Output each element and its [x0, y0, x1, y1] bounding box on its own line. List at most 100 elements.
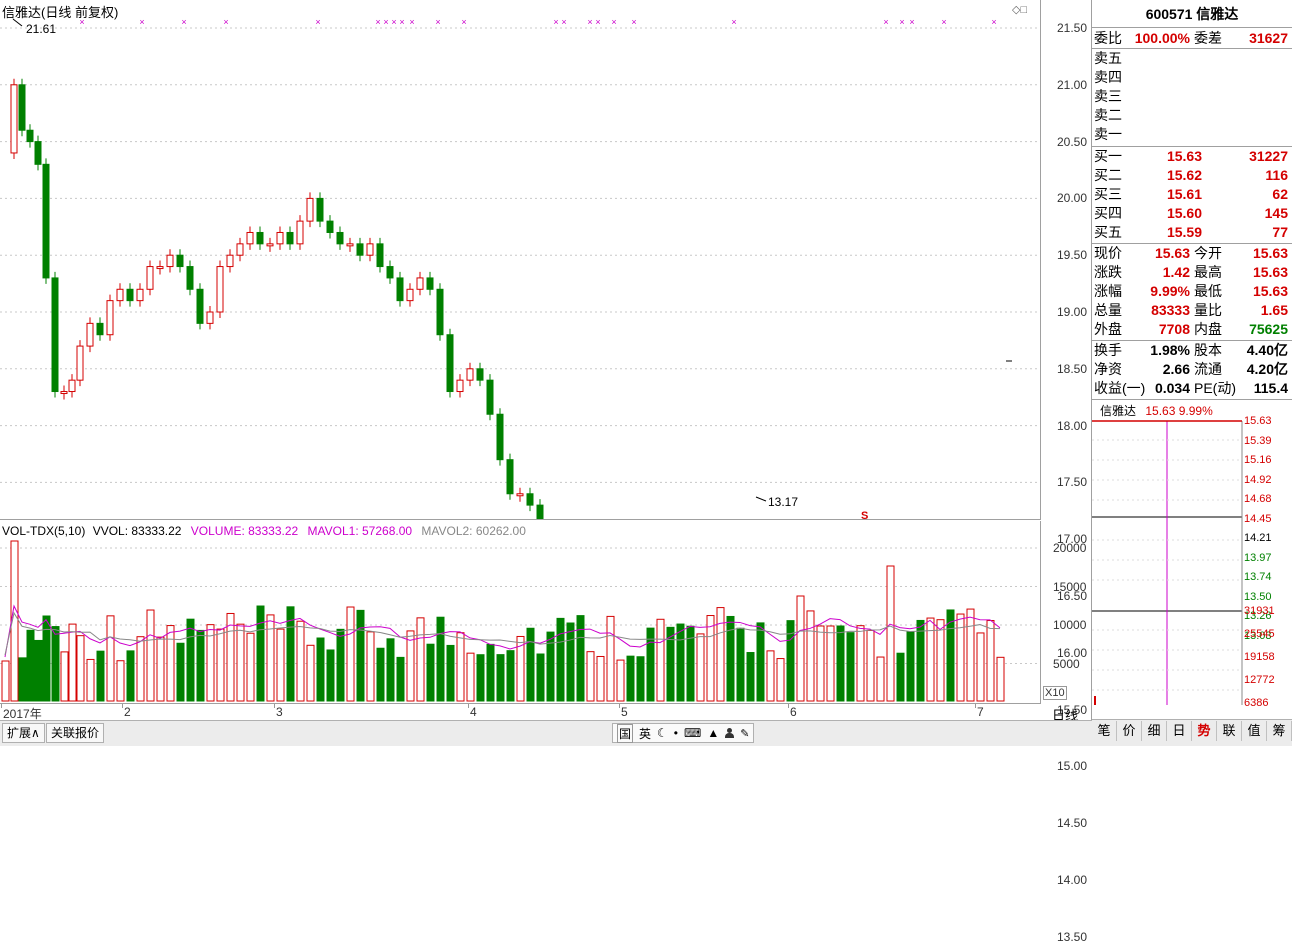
fin-label-2: PE(动)	[1194, 380, 1236, 396]
svg-text:×: ×	[941, 17, 946, 27]
buy-level-1-row[interactable]: 买一 15.63 31227	[1092, 147, 1292, 166]
price-tick: 20.50	[1057, 134, 1088, 149]
sell-level-3-row[interactable]: 卖三	[1092, 87, 1292, 106]
volume-chart[interactable]: VOL-TDX(5,10) VVOL: 83333.22 VOLUME: 833…	[0, 521, 1041, 704]
quote-value-1: 7708	[1158, 321, 1190, 337]
quote-value-2: 1.65	[1260, 302, 1288, 318]
panel-tab-6[interactable]: 值	[1242, 721, 1267, 741]
quote-label-2: 最低	[1194, 283, 1222, 299]
mini-price-tick: 14.45	[1244, 512, 1272, 525]
ime-english-icon[interactable]: 英	[639, 725, 651, 742]
quote-value-1: 15.63	[1154, 245, 1190, 261]
quote-label-1: 涨跌	[1094, 264, 1122, 280]
expand-tab[interactable]: 扩展∧	[2, 723, 45, 743]
buy-level-4-row[interactable]: 买四 15.60 145	[1092, 204, 1292, 223]
buy-level-3-row[interactable]: 买三 15.61 62	[1092, 185, 1292, 204]
quote-row: 涨幅 9.99% 最低 15.63	[1092, 282, 1292, 301]
mini-price-tick: 15.63	[1244, 415, 1272, 427]
buy-level-5-label: 买五	[1094, 224, 1122, 240]
buy-level-4-volume: 145	[1264, 205, 1288, 221]
sell-level-5-row[interactable]: 卖五	[1092, 49, 1292, 68]
fin-label-2: 股本	[1194, 342, 1222, 358]
mini-volume-tick: 12772	[1244, 674, 1275, 686]
panel-tab-3[interactable]: 日	[1167, 721, 1192, 741]
fin-value-2: 115.4	[1253, 380, 1288, 396]
panel-tab-2[interactable]: 细	[1142, 721, 1167, 741]
sell-level-4-row[interactable]: 卖四	[1092, 68, 1292, 87]
svg-text:×: ×	[561, 17, 566, 27]
svg-text:×: ×	[391, 17, 396, 27]
quote-value-2: 15.63	[1252, 245, 1288, 261]
user-icon[interactable]	[725, 728, 735, 738]
fin-value-1: 2.66	[1162, 361, 1190, 377]
price-tick: 20.00	[1057, 191, 1088, 206]
volume-tick: 20000	[1053, 541, 1087, 555]
buy-level-4-price: 15.60	[1166, 205, 1202, 221]
wrench-icon[interactable]: ✎	[740, 727, 749, 740]
buy-level-2-price: 15.62	[1166, 167, 1202, 183]
svg-text:×: ×	[909, 17, 914, 27]
price-tick: 21.50	[1057, 21, 1088, 35]
keyboard-icon[interactable]: ⌨	[684, 726, 701, 740]
svg-text:×: ×	[731, 17, 736, 27]
fin-row: 收益(一) 0.034 PE(动) 115.4	[1092, 379, 1292, 398]
panel-tab-4[interactable]: 势	[1192, 721, 1217, 741]
volume-tick: 10000	[1053, 618, 1087, 632]
mini-volume-tick: 19158	[1244, 651, 1275, 663]
fin-label-1: 净资	[1094, 361, 1122, 377]
fin-row: 净资 2.66 流通 4.20亿	[1092, 360, 1292, 379]
quote-panel: 600571 信雅达 委比 100.00% 委差 31627 卖五 卖四 卖三 …	[1091, 0, 1292, 745]
buy-level-5-volume: 77	[1272, 224, 1288, 240]
volume-svg	[0, 540, 1040, 702]
fin-row: 换手 1.98% 股本 4.40亿	[1092, 341, 1292, 360]
panel-tab-0[interactable]: 笔	[1092, 721, 1117, 741]
quote-value-1: 1.42	[1162, 264, 1190, 280]
related-quote-tab[interactable]: 关联报价	[46, 723, 105, 743]
low-price-label: 13.17	[768, 495, 799, 509]
svg-text:×: ×	[461, 17, 466, 27]
panel-tab-1[interactable]: 价	[1117, 721, 1142, 741]
date-axis: 2017年 2 3 4 5 6 7 日线	[0, 704, 1091, 723]
buy-level-2-row[interactable]: 买二 15.62 116	[1092, 166, 1292, 185]
volume-scale-x10[interactable]: X10	[1043, 686, 1067, 700]
svg-text:×: ×	[883, 17, 888, 27]
svg-text:×: ×	[631, 17, 636, 27]
quote-value-1: 9.99%	[1150, 283, 1190, 299]
sell-level-1-row[interactable]: 卖一	[1092, 125, 1292, 144]
fin-value-2: 4.40亿	[1246, 342, 1288, 358]
panel-tab-7[interactable]: 筹	[1267, 721, 1292, 741]
sell-level-2-label: 卖二	[1094, 107, 1122, 123]
sell-level-2-row[interactable]: 卖二	[1092, 106, 1292, 125]
buy-level-3-volume: 62	[1272, 186, 1288, 202]
price-tick: 17.50	[1057, 475, 1088, 490]
weibi-value: 100.00%	[1134, 30, 1190, 46]
sell-level-4-label: 卖四	[1094, 69, 1122, 85]
weibi-label: 委比	[1094, 30, 1122, 46]
moon-icon[interactable]: ☾	[657, 726, 668, 740]
quote-row: 现价 15.63 今开 15.63	[1092, 244, 1292, 263]
svg-text:×: ×	[139, 17, 144, 27]
buy-level-5-row[interactable]: 买五 15.59 77	[1092, 223, 1292, 242]
mini-volume-tick: 6386	[1244, 697, 1269, 709]
price-tick: 13.50	[1057, 929, 1088, 944]
date-axis-label: 3	[276, 705, 283, 719]
svg-text:×: ×	[375, 17, 380, 27]
date-axis-label: 2	[124, 705, 131, 719]
volume-tick: 15000	[1053, 579, 1087, 594]
panel-tab-5[interactable]: 联	[1217, 721, 1242, 741]
svg-text:×: ×	[991, 17, 996, 27]
svg-text:×: ×	[223, 17, 228, 27]
ime-guo-icon[interactable]: 国	[617, 723, 634, 743]
intraday-mini-chart[interactable]: 信雅达 15.63 9.99% 15.63 15.39 15.16 14.92 14.6…	[1092, 400, 1292, 709]
svg-text:×: ×	[899, 17, 904, 27]
quote-row: 总量 83333 量比 1.65	[1092, 301, 1292, 320]
candlestick-chart[interactable]: 信雅达(日线 前复权) ◇□ × × × × × × × × × × × × × × × × × × × × × × × × …	[0, 0, 1041, 522]
triangle-icon[interactable]: ▲	[707, 726, 719, 740]
price-tick: 19.00	[1057, 305, 1088, 319]
quote-value-2: 15.63	[1252, 283, 1288, 299]
svg-text:×: ×	[409, 17, 414, 27]
mini-price-tick: 15.16	[1244, 454, 1272, 466]
dot-icon[interactable]: •	[674, 726, 678, 740]
buy-level-5-price: 15.59	[1166, 224, 1202, 240]
quote-label-2: 量比	[1194, 302, 1222, 318]
